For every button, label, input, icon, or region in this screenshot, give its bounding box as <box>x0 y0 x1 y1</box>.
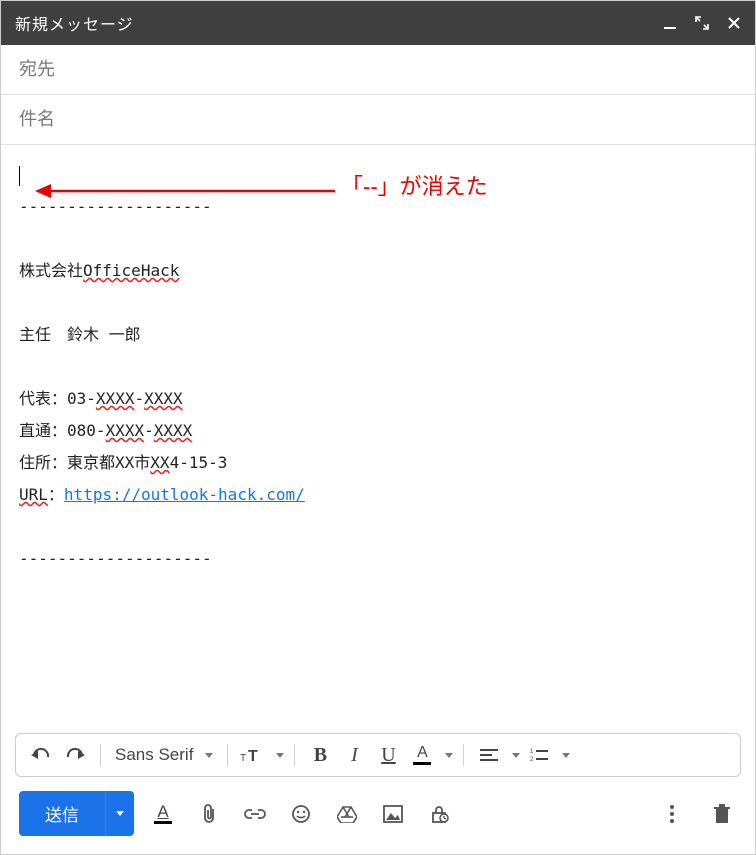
list-button[interactable]: 12 <box>524 740 554 770</box>
divider <box>294 744 295 766</box>
close-icon[interactable] <box>727 16 741 30</box>
svg-text:T: T <box>248 748 258 765</box>
divider <box>227 744 228 766</box>
chevron-down-icon[interactable] <box>445 753 453 758</box>
divider <box>100 744 101 766</box>
window-title: 新規メッセージ <box>15 11 663 35</box>
signature-company: 株式会社OfficeHack <box>19 261 179 280</box>
divider <box>463 744 464 766</box>
send-button-group: 送信 <box>19 791 134 836</box>
italic-button[interactable]: I <box>339 740 369 770</box>
expand-icon[interactable] <box>695 16 709 30</box>
subject-row <box>1 95 755 145</box>
svg-text:T: T <box>240 753 246 764</box>
undo-button[interactable] <box>26 740 56 770</box>
to-row <box>1 45 755 95</box>
chevron-down-icon <box>116 811 124 816</box>
image-icon[interactable] <box>380 799 406 829</box>
underline-button[interactable]: U <box>373 740 403 770</box>
signature-link[interactable]: https://outlook-hack.com/ <box>64 485 305 504</box>
format-toggle-button[interactable]: A <box>150 799 176 829</box>
attach-icon[interactable] <box>196 799 222 829</box>
signature-phone-direct: 直通：080-XXXX-XXXX <box>19 421 192 440</box>
chevron-down-icon <box>205 753 213 758</box>
format-toolbar: Sans Serif TT B I U A 12 <box>15 733 741 777</box>
compose-window: 新規メッセージ -------------------- 株式会社OfficeH… <box>0 0 756 855</box>
compose-footer: 送信 A <box>1 777 755 854</box>
font-selector[interactable]: Sans Serif <box>111 745 217 765</box>
trash-icon[interactable] <box>707 799 737 829</box>
svg-text:1: 1 <box>530 749 534 755</box>
footer-right <box>657 799 737 829</box>
bold-button[interactable]: B <box>305 740 335 770</box>
chevron-down-icon[interactable] <box>276 753 284 758</box>
svg-text:2: 2 <box>530 757 534 762</box>
signature-url: URL：https://outlook-hack.com/ <box>19 485 305 504</box>
text-cursor <box>19 166 20 186</box>
titlebar: 新規メッセージ <box>1 1 755 45</box>
signature-address: 住所：東京都XX市XX4-15-3 <box>19 453 227 472</box>
window-controls <box>663 16 741 30</box>
chevron-down-icon[interactable] <box>562 753 570 758</box>
body-editor[interactable]: -------------------- 株式会社OfficeHack 主任 鈴… <box>1 145 755 725</box>
footer-tools: A <box>150 799 641 829</box>
signature-name: 主任 鈴木 一郎 <box>19 325 141 344</box>
send-options-button[interactable] <box>105 791 134 836</box>
send-button[interactable]: 送信 <box>19 791 105 836</box>
to-field[interactable] <box>19 59 737 80</box>
more-icon[interactable] <box>657 799 687 829</box>
separator-bottom: -------------------- <box>19 549 212 568</box>
emoji-icon[interactable] <box>288 799 314 829</box>
confidential-icon[interactable] <box>426 799 452 829</box>
signature-phone-main: 代表：03-XXXX-XXXX <box>19 389 183 408</box>
annotation-text: 「--」が消えた <box>341 165 488 209</box>
drive-icon[interactable] <box>334 799 360 829</box>
text-color-button[interactable]: A <box>407 740 437 770</box>
align-button[interactable] <box>474 740 504 770</box>
font-size-button[interactable]: TT <box>238 740 268 770</box>
font-name: Sans Serif <box>115 745 193 765</box>
redo-button[interactable] <box>60 740 90 770</box>
link-icon[interactable] <box>242 799 268 829</box>
chevron-down-icon[interactable] <box>512 753 520 758</box>
minimize-icon[interactable] <box>663 16 677 30</box>
subject-field[interactable] <box>19 109 737 130</box>
separator-top: -------------------- <box>19 197 212 216</box>
